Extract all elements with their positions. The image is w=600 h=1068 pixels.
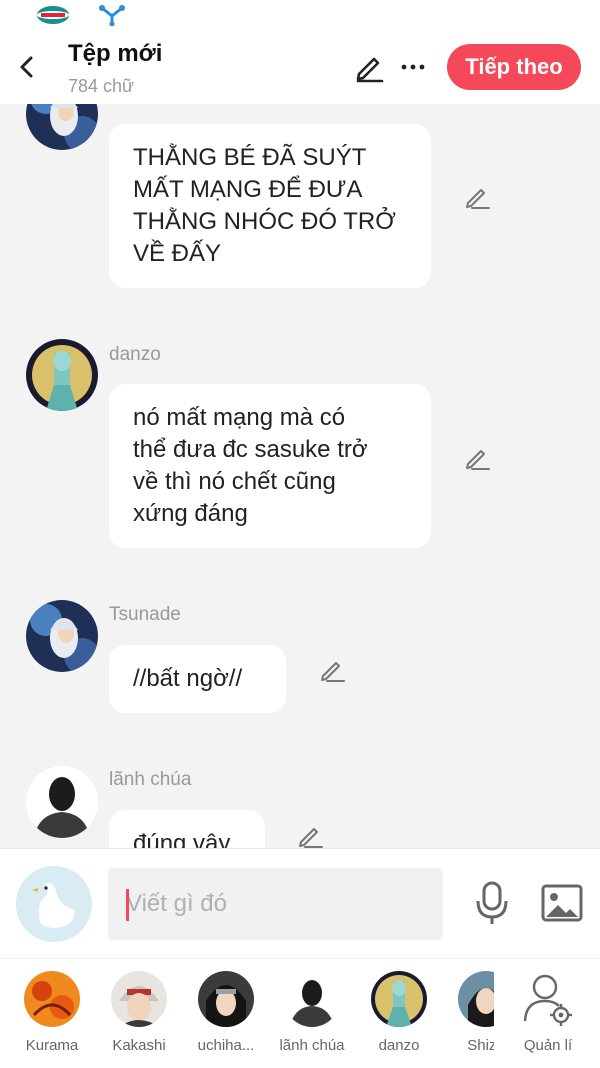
- more-options-icon[interactable]: [398, 50, 428, 84]
- character-name: Kakashi: [112, 1037, 166, 1054]
- edit-pencil-icon[interactable]: [463, 183, 491, 211]
- character-name: lãnh chúa: [279, 1037, 345, 1054]
- kurama-avatar: [24, 971, 80, 1027]
- character-bar: Kurama Kakashi uchiha... lãnh chúa danzo…: [0, 958, 600, 1068]
- composer-bar: [0, 848, 600, 959]
- character-uchiha[interactable]: uchiha...: [186, 971, 266, 1061]
- duck-avatar[interactable]: [16, 866, 92, 942]
- lord-avatar: [26, 766, 98, 838]
- uchiha-avatar: [198, 971, 254, 1027]
- manage-characters-button[interactable]: Quản lí: [512, 971, 584, 1061]
- manage-label: Quản lí: [523, 1037, 573, 1054]
- sender-name: lãnh chúa: [109, 769, 192, 790]
- message-bubble[interactable]: đúng vậy: [109, 810, 265, 848]
- tsunade-avatar: [26, 600, 98, 672]
- character-kurama[interactable]: Kurama: [12, 971, 92, 1061]
- next-button[interactable]: Tiếp theo: [447, 44, 581, 90]
- character-name: uchiha...: [197, 1037, 255, 1054]
- shizune-avatar: [458, 971, 494, 1027]
- character-name: danzo: [378, 1037, 420, 1054]
- kakashi-avatar: [111, 971, 167, 1027]
- image-icon[interactable]: [540, 883, 584, 923]
- user-settings-icon: [523, 974, 572, 1026]
- text-caret: [126, 889, 129, 921]
- lord-avatar: [284, 971, 340, 1027]
- message-bubble[interactable]: THẰNG BÉ ĐÃ SUÝT MẤT MẠNG ĐỂ ĐƯA THẰNG N…: [109, 124, 431, 288]
- message-bubble[interactable]: //bất ngờ//: [109, 645, 286, 713]
- edit-pencil-icon[interactable]: [296, 822, 324, 848]
- network-icon: [99, 5, 125, 26]
- page-title: Tệp mới: [68, 40, 163, 67]
- message-bubble[interactable]: nó mất mạng mà có thể đưa đc sasuke trở …: [109, 384, 431, 548]
- edit-pencil-icon[interactable]: [352, 50, 386, 84]
- edit-pencil-icon[interactable]: [463, 444, 491, 472]
- status-bar: [0, 0, 600, 32]
- word-count: 784 chữ: [68, 76, 135, 96]
- character-shizune[interactable]: Shizu: [446, 971, 494, 1061]
- character-danzo[interactable]: danzo: [359, 971, 439, 1061]
- microphone-icon[interactable]: [472, 879, 512, 927]
- character-kakashi[interactable]: Kakashi: [99, 971, 179, 1061]
- header: Tệp mới 784 chữ Tiếp theo: [0, 32, 600, 104]
- character-name: Kurama: [25, 1037, 79, 1054]
- character-name: Shizu: [467, 1037, 494, 1054]
- character-lanh-chua[interactable]: lãnh chúa: [272, 971, 352, 1061]
- tsunade-avatar: [26, 104, 98, 150]
- message-input[interactable]: [108, 868, 443, 940]
- danzo-avatar: [371, 971, 427, 1027]
- chat-area[interactable]: THẰNG BÉ ĐÃ SUÝT MẤT MẠNG ĐỂ ĐƯA THẰNG N…: [0, 104, 600, 848]
- danzo-avatar: [26, 339, 98, 411]
- viettel-logo: [37, 6, 69, 24]
- back-arrow-icon[interactable]: [12, 50, 42, 84]
- sender-name: Tsunade: [109, 604, 181, 625]
- edit-pencil-icon[interactable]: [318, 656, 346, 684]
- sender-name: danzo: [109, 344, 161, 365]
